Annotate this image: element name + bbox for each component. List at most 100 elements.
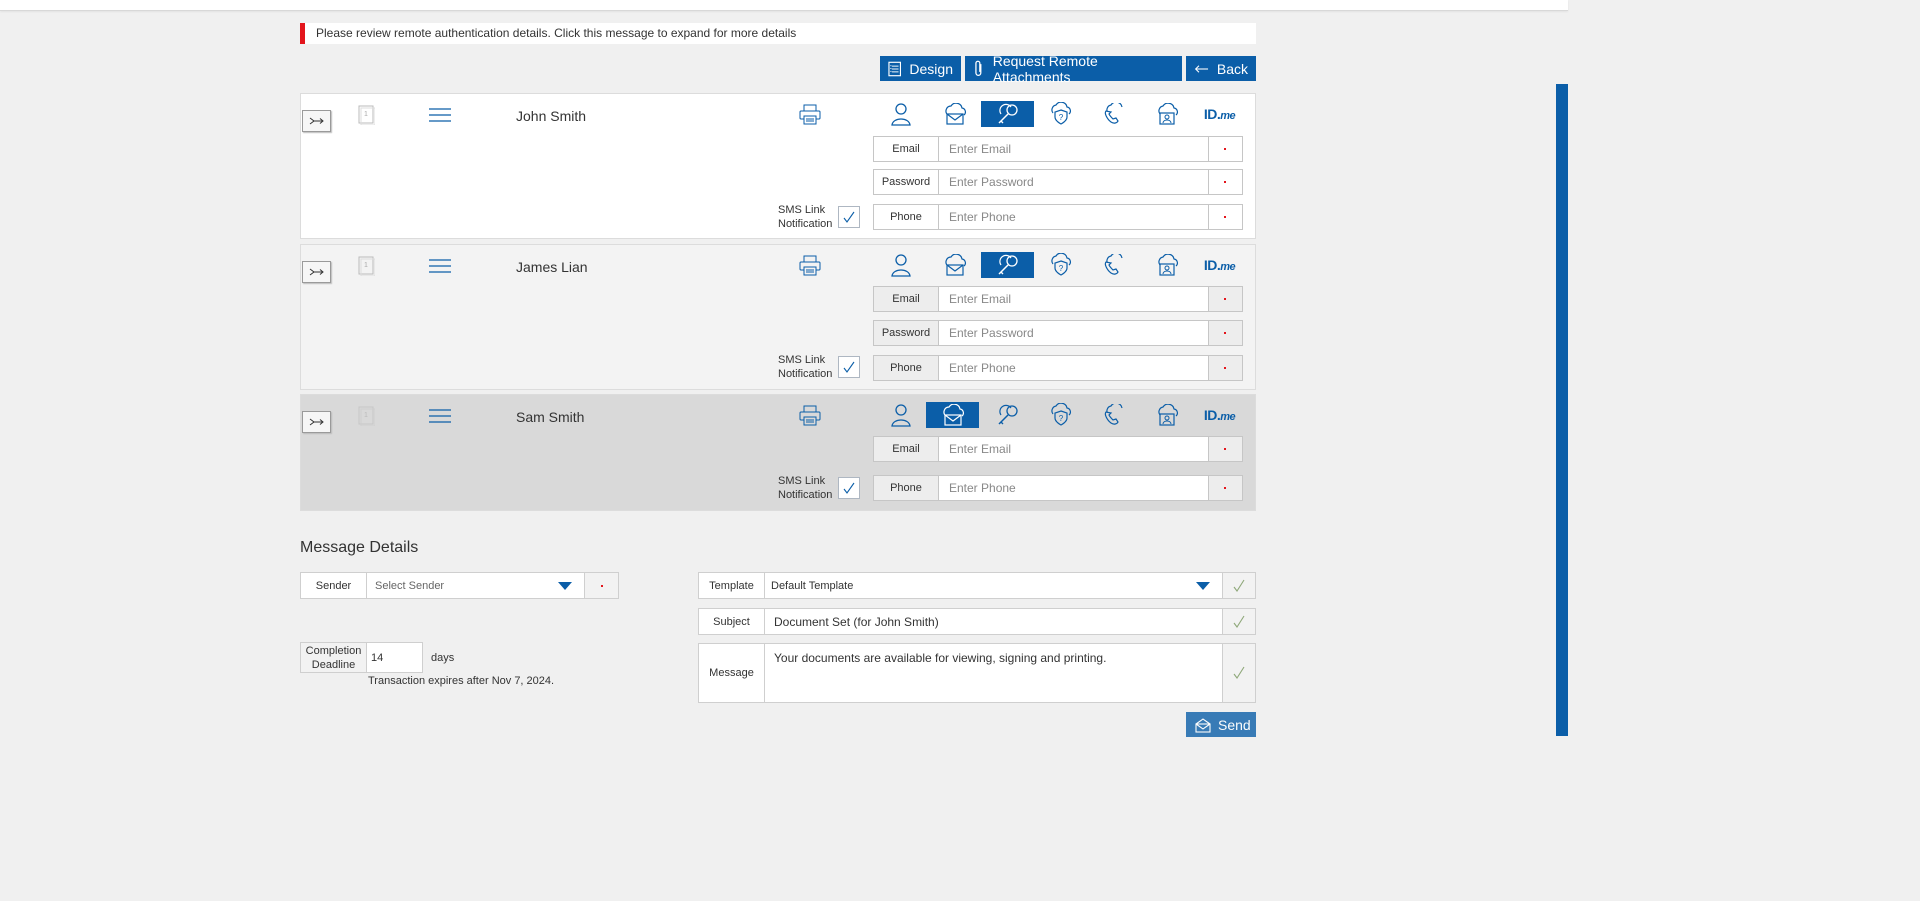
cloud-id-icon[interactable] — [1140, 402, 1193, 428]
phone-field[interactable]: Enter Phone — [938, 204, 1209, 230]
cloud-id-icon[interactable] — [1140, 252, 1193, 278]
phone-field[interactable]: Enter Phone — [938, 475, 1209, 501]
phone-label: Phone — [873, 204, 939, 230]
person-icon[interactable] — [874, 101, 927, 127]
check-icon — [1233, 666, 1245, 679]
routing-button[interactable] — [302, 411, 331, 433]
request-remote-attachments-button[interactable]: Request Remote Attachments — [965, 53, 1182, 85]
document-icon: 1 — [357, 256, 376, 281]
auth-alert-banner[interactable]: Please review remote authentication deta… — [300, 23, 1256, 44]
phone-label: Phone — [873, 475, 939, 501]
message-textarea[interactable]: Your documents are available for viewing… — [764, 643, 1223, 703]
idme-icon[interactable]: ID.me — [1193, 252, 1246, 278]
required-marker — [584, 572, 619, 599]
menu-icon[interactable] — [429, 108, 451, 127]
back-button[interactable]: Back — [1186, 56, 1256, 81]
email-label: Email — [873, 286, 939, 312]
shield-question-icon[interactable]: ? — [1034, 402, 1087, 428]
required-marker — [1208, 475, 1243, 501]
phone-icon[interactable] — [1087, 252, 1140, 278]
design-button[interactable]: Design — [880, 56, 961, 81]
check-icon — [1233, 615, 1245, 628]
email-field[interactable]: Enter Email — [938, 286, 1209, 312]
routing-button[interactable] — [302, 261, 331, 283]
route-arrow-icon — [309, 418, 324, 426]
person-icon[interactable] — [874, 252, 927, 278]
key-icon[interactable] — [981, 101, 1034, 127]
sms-link-label: SMS Link Notification — [778, 204, 833, 230]
transaction-expiry-text: Transaction expires after Nov 7, 2024. — [368, 675, 555, 687]
check-icon — [843, 211, 855, 223]
message-label: Message — [698, 643, 765, 703]
phone-icon[interactable] — [1087, 402, 1140, 428]
phone-label: Phone — [873, 355, 939, 381]
sms-link-label: SMS Link Notification — [778, 475, 833, 501]
shield-question-icon[interactable]: ? — [1034, 252, 1087, 278]
password-field[interactable]: Enter Password — [938, 169, 1209, 195]
send-mail-icon — [1195, 717, 1211, 733]
print-icon[interactable] — [798, 104, 822, 131]
template-select[interactable]: Default Template — [764, 572, 1223, 599]
request-remote-attachments-label: Request Remote Attachments — [992, 52, 1098, 85]
svg-text:1: 1 — [364, 412, 368, 419]
svg-text:1: 1 — [364, 262, 368, 269]
chevron-down-icon[interactable] — [1196, 582, 1210, 590]
password-field[interactable]: Enter Password — [938, 320, 1209, 346]
required-marker — [1208, 320, 1243, 346]
send-button[interactable]: Send — [1186, 712, 1256, 737]
route-arrow-icon — [309, 117, 324, 125]
email-label: Email — [873, 436, 939, 462]
svg-text:1: 1 — [364, 111, 368, 118]
subject-input[interactable]: Document Set (for John Smith) — [764, 608, 1223, 635]
check-icon — [843, 482, 855, 494]
valid-check — [1222, 572, 1256, 599]
print-icon[interactable] — [798, 405, 822, 432]
valid-check — [1222, 608, 1256, 635]
svg-text:?: ? — [1058, 113, 1063, 122]
valid-check — [1222, 643, 1256, 703]
recipient-name: James Lian — [516, 259, 588, 275]
required-marker — [1208, 436, 1243, 462]
chevron-down-icon[interactable] — [558, 582, 572, 590]
idme-icon[interactable]: ID.me — [1193, 402, 1246, 428]
password-label: Password — [873, 320, 939, 346]
person-icon[interactable] — [874, 402, 927, 428]
document-icon: 1 — [357, 105, 376, 130]
required-marker — [1208, 286, 1243, 312]
menu-icon[interactable] — [429, 259, 451, 278]
recipient-card: 1 John Smith ? ID.me Email Enter Email P… — [300, 93, 1256, 239]
email-field[interactable]: Enter Email — [938, 136, 1209, 162]
print-icon[interactable] — [798, 255, 822, 282]
required-marker — [1208, 169, 1243, 195]
cloud-mail-icon[interactable] — [926, 402, 979, 428]
cloud-mail-icon[interactable] — [928, 101, 981, 127]
right-scroll-accent — [1556, 84, 1568, 736]
idme-icon[interactable]: ID.me — [1193, 101, 1246, 127]
email-label: Email — [873, 136, 939, 162]
sender-select[interactable]: Select Sender — [366, 572, 585, 599]
completion-deadline-input[interactable]: 14 — [366, 642, 423, 673]
phone-field[interactable]: Enter Phone — [938, 355, 1209, 381]
menu-icon[interactable] — [429, 409, 451, 428]
routing-button[interactable] — [302, 110, 331, 132]
back-button-label: Back — [1216, 60, 1248, 77]
route-arrow-icon — [309, 268, 324, 276]
email-field[interactable]: Enter Email — [938, 436, 1209, 462]
sms-link-checkbox[interactable] — [838, 477, 860, 499]
recipient-card: 1 James Lian ? ID.me Email Enter Email P… — [300, 244, 1256, 390]
cloud-mail-icon[interactable] — [928, 252, 981, 278]
sms-link-checkbox[interactable] — [838, 206, 860, 228]
sms-link-label: SMS Link Notification — [778, 354, 833, 380]
key-icon[interactable] — [981, 252, 1034, 278]
shield-question-icon[interactable]: ? — [1034, 101, 1087, 127]
cloud-id-icon[interactable] — [1140, 101, 1193, 127]
phone-icon[interactable] — [1087, 101, 1140, 127]
required-marker — [1208, 136, 1243, 162]
sms-link-checkbox[interactable] — [838, 356, 860, 378]
template-label: Template — [698, 572, 765, 599]
key-icon[interactable] — [981, 402, 1034, 428]
check-icon — [843, 361, 855, 373]
sender-select-value: Select Sender — [375, 579, 445, 592]
top-bar — [0, 0, 1568, 11]
required-marker — [1208, 204, 1243, 230]
